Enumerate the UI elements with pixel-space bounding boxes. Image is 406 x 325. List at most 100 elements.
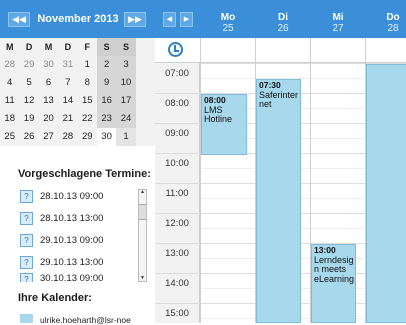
day-cell[interactable]: 22 — [78, 110, 97, 128]
week-row: 11 12 13 14 15 16 17 — [0, 92, 155, 110]
day-cell[interactable]: 17 — [116, 92, 136, 110]
day-cell[interactable]: 30 — [39, 56, 58, 74]
help-icon[interactable]: ? — [20, 233, 33, 247]
week-row: 28 29 30 31 1 2 3 — [0, 56, 155, 74]
day-cell[interactable]: 31 — [58, 56, 77, 74]
day-cell[interactable]: 21 — [58, 110, 77, 128]
time-line — [155, 243, 200, 244]
day-cell[interactable]: 19 — [19, 110, 38, 128]
time-label: 14:00 — [165, 278, 189, 289]
time-line — [155, 183, 200, 184]
time-line — [155, 153, 200, 154]
calendars-title: Ihre Kalender: — [18, 292, 92, 304]
weekday-header: M — [44, 42, 53, 52]
day-cell[interactable]: 1 — [78, 56, 97, 74]
time-label: 11:00 — [165, 188, 189, 199]
day-cell[interactable]: 29 — [78, 128, 97, 146]
day-cell[interactable]: 28 — [58, 128, 77, 146]
prev-week-button[interactable]: ◀ — [163, 12, 176, 27]
double-chevron-left-icon: ◀◀ — [12, 14, 26, 24]
all-day-row — [155, 38, 406, 63]
help-icon[interactable]: ? — [20, 211, 33, 225]
day-cell[interactable]: 26 — [19, 128, 38, 146]
time-label: 07:00 — [165, 68, 189, 79]
day-cell[interactable]: 4 — [0, 74, 19, 92]
time-line — [155, 123, 200, 124]
prev-month-button[interactable]: ◀◀ — [8, 12, 30, 27]
time-label: 10:00 — [165, 158, 189, 169]
week-row: 18 19 20 21 22 23 24 — [0, 110, 155, 128]
week-row: 4 5 6 7 8 9 10 — [0, 74, 155, 92]
day-cell[interactable]: 24 — [116, 110, 136, 128]
day-name: Mi — [332, 12, 344, 23]
day-cell[interactable]: 27 — [39, 128, 58, 146]
day-header-do[interactable]: Do 28 — [365, 12, 406, 35]
chevron-left-icon: ◀ — [166, 16, 173, 23]
day-cell[interactable]: 29 — [19, 56, 38, 74]
mini-calendar-title: November 2013 — [37, 13, 119, 25]
suggestion-label: 29.10.13 09:00 — [40, 234, 104, 246]
time-label: 12:00 — [165, 218, 189, 229]
day-header-mi[interactable]: Mi 27 — [310, 12, 366, 35]
scrollbar-thumb[interactable] — [139, 204, 146, 220]
event-lms-hotline[interactable]: 08:00 LMS Hotline — [201, 94, 247, 155]
day-cell[interactable]: 9 — [96, 74, 117, 92]
calendar-name[interactable]: ulrike.hoeharth@lsr-noe — [40, 315, 131, 325]
weekday-header: S — [116, 38, 136, 56]
next-month-button[interactable]: ▶▶ — [124, 12, 146, 27]
day-cell[interactable]: 18 — [0, 110, 19, 128]
day-cell[interactable]: 8 — [78, 74, 97, 92]
suggestion-item[interactable]: ? 29.10.13 13:00 — [20, 253, 103, 271]
help-icon[interactable]: ? — [20, 255, 33, 269]
event-title: Lerndesig n meets eLearning — [314, 254, 355, 284]
day-cell[interactable]: 3 — [116, 56, 136, 74]
day-name: Di — [278, 12, 288, 23]
day-header-di[interactable]: Di 26 — [255, 12, 311, 35]
day-cell-selected[interactable]: 30 — [96, 128, 117, 146]
suggestion-item[interactable]: ? 29.10.13 09:00 — [20, 231, 103, 249]
help-icon[interactable]: ? — [20, 273, 33, 282]
suggestion-item[interactable]: ? 28.10.13 09:00 — [20, 187, 103, 205]
day-date: 25 — [222, 23, 234, 34]
scroll-down-icon[interactable]: ▼ — [139, 275, 146, 281]
day-date: 26 — [277, 23, 289, 34]
next-week-button[interactable]: ▶ — [180, 12, 193, 27]
suggestion-item[interactable]: ? 28.10.13 13:00 — [20, 209, 103, 227]
day-cell[interactable]: 6 — [39, 74, 58, 92]
day-cell[interactable]: 11 — [0, 92, 19, 110]
suggestions-title: Vorgeschlagene Termine: — [18, 168, 151, 180]
time-label: 15:00 — [165, 308, 189, 319]
chevron-right-icon: ▶ — [183, 16, 190, 23]
weekday-header: M — [5, 42, 14, 52]
day-cell[interactable]: 16 — [96, 92, 117, 110]
day-cell[interactable]: 2 — [96, 56, 117, 74]
suggestion-label: 30.10.13 09:00 — [40, 273, 104, 282]
day-cell[interactable]: 13 — [39, 92, 58, 110]
weekday-header: D — [25, 42, 33, 52]
help-icon[interactable]: ? — [20, 189, 33, 203]
day-cell[interactable]: 23 — [96, 110, 117, 128]
day-cell[interactable]: 20 — [39, 110, 58, 128]
day-name: Mo — [220, 12, 236, 23]
calendar-color-swatch[interactable] — [20, 314, 33, 323]
time-label: 08:00 — [165, 98, 189, 109]
scroll-up-icon[interactable]: ▲ — [139, 189, 146, 195]
suggestions-scrollbar[interactable] — [138, 189, 147, 282]
event-saferinternet[interactable]: 07:30 Saferinter net — [256, 79, 301, 323]
day-separator — [200, 38, 201, 323]
day-cell[interactable]: 25 — [0, 128, 19, 146]
day-cell[interactable]: 10 — [116, 74, 136, 92]
week-row: 25 26 27 28 29 30 1 — [0, 128, 155, 146]
day-cell[interactable]: 7 — [58, 74, 77, 92]
day-header-mo[interactable]: Mo 25 — [200, 12, 256, 35]
event-allday-do[interactable] — [366, 64, 406, 323]
day-cell[interactable]: 15 — [78, 92, 97, 110]
suggestion-item[interactable]: ? 30.10.13 09:00 — [20, 273, 103, 282]
day-cell[interactable]: 1 — [116, 128, 136, 146]
day-cell[interactable]: 5 — [19, 74, 38, 92]
event-lerndesign[interactable]: 13:00 Lerndesig n meets eLearning — [311, 244, 356, 323]
day-cell[interactable]: 14 — [58, 92, 77, 110]
day-cell[interactable]: 12 — [19, 92, 38, 110]
day-date: 27 — [332, 23, 344, 34]
day-cell[interactable]: 28 — [0, 56, 19, 74]
